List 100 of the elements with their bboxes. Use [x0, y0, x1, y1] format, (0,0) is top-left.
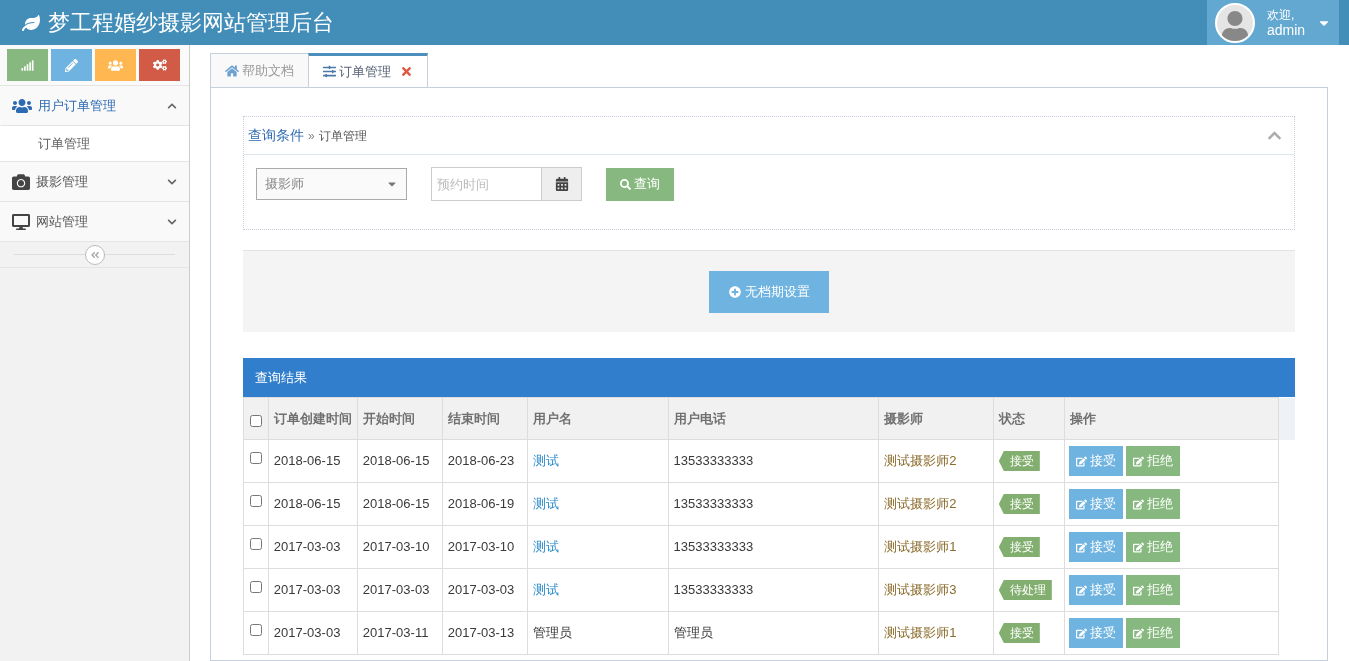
user-link[interactable]: 测试	[532, 539, 559, 555]
camera-icon	[12, 172, 30, 191]
chevron-down-icon	[167, 176, 177, 187]
row-checkbox[interactable]	[249, 624, 262, 636]
accept-button[interactable]: 接受	[1068, 575, 1123, 605]
nav-item[interactable]: 用户订单管理	[0, 86, 189, 125]
double-chevron-left-icon	[89, 249, 100, 260]
table-cell: 2017-03-03	[442, 568, 528, 612]
edit-icon	[1075, 498, 1087, 510]
column-header: 状态	[993, 397, 1065, 440]
reject-button[interactable]: 拒绝	[1125, 618, 1180, 648]
table-cell: 2017-03-03	[357, 568, 443, 612]
date-input[interactable]: 预约时间	[431, 167, 542, 201]
app-title: 梦工程婚纱摄影网站管理后台	[48, 9, 334, 37]
table-cell: 13533333333	[668, 525, 879, 569]
accept-button[interactable]: 接受	[1068, 618, 1123, 648]
accept-button[interactable]: 接受	[1068, 532, 1123, 562]
table-cell: 管理员	[668, 611, 879, 655]
results-header: 查询结果	[243, 358, 1295, 397]
user-link[interactable]: 测试	[532, 496, 559, 512]
edit-icon	[1132, 455, 1144, 467]
breadcrumb-current: 订单管理	[318, 127, 367, 145]
table-cell: 2017-03-03	[268, 525, 358, 569]
home-icon	[225, 63, 239, 78]
table-cell: 13533333333	[668, 482, 879, 526]
column-header: 结束时间	[442, 397, 528, 440]
table-cell: 2018-06-15	[357, 439, 443, 483]
photographer-select[interactable]: 摄影师	[256, 168, 407, 200]
table-cell: 2017-03-03	[268, 568, 358, 612]
edit-icon	[1132, 541, 1144, 553]
status-tag: 接受	[998, 451, 1040, 471]
edit-icon	[1075, 455, 1087, 467]
edit-icon	[1075, 541, 1087, 553]
chevron-down-icon	[167, 216, 177, 227]
signal-icon	[21, 58, 34, 72]
nav-item[interactable]: 网站管理	[0, 202, 189, 241]
table-cell: 2018-06-23	[442, 439, 528, 483]
column-header: 用户电话	[668, 397, 879, 440]
sliders-icon	[323, 65, 336, 78]
table-cell: 测试摄影师2	[878, 482, 994, 526]
table-cell: 2017-03-13	[442, 611, 528, 655]
row-checkbox[interactable]	[249, 452, 262, 464]
nav-subitem[interactable]: 订单管理	[0, 125, 189, 161]
edit-icon	[1132, 627, 1144, 639]
column-header: 摄影师	[878, 397, 994, 440]
calendar-button[interactable]	[542, 167, 582, 201]
edit-icon	[1075, 627, 1087, 639]
table-cell: 2017-03-03	[268, 611, 358, 655]
edit-icon	[1132, 584, 1144, 596]
breadcrumb-link[interactable]: 查询条件	[248, 125, 304, 146]
row-checkbox[interactable]	[249, 495, 262, 507]
leaf-icon	[22, 13, 40, 32]
column-header: 操作	[1064, 397, 1279, 440]
table-cell: 2018-06-15	[268, 482, 358, 526]
reject-button[interactable]: 拒绝	[1125, 446, 1180, 476]
select-all-checkbox[interactable]	[249, 414, 262, 427]
search-icon	[620, 178, 631, 190]
reject-button[interactable]: 拒绝	[1125, 489, 1180, 519]
status-tag: 待处理	[998, 580, 1052, 600]
reject-button[interactable]: 拒绝	[1125, 575, 1180, 605]
breadcrumb-separator: »	[308, 127, 315, 145]
username: admin	[1266, 22, 1306, 38]
table-cell: 2017-03-11	[357, 611, 443, 655]
pencil-icon	[65, 58, 78, 72]
close-icon[interactable]	[400, 65, 413, 78]
monitor-icon	[12, 212, 30, 231]
welcome-text: 欢迎,	[1266, 7, 1295, 23]
user-name: 管理员	[532, 625, 572, 641]
status-tag: 接受	[998, 494, 1040, 514]
column-header: 用户名	[527, 397, 669, 440]
users-icon	[108, 57, 123, 73]
tab[interactable]: 订单管理	[308, 53, 428, 88]
table-cell: 2017-03-10	[357, 525, 443, 569]
search-button[interactable]: 查询	[606, 167, 674, 201]
avatar	[1215, 2, 1255, 43]
cogs-icon	[152, 58, 167, 72]
column-header: 开始时间	[357, 397, 443, 440]
table-cell: 测试摄影师2	[878, 439, 994, 483]
table-cell: 2018-06-15	[357, 482, 443, 526]
accept-button[interactable]: 接受	[1068, 446, 1123, 476]
schedule-button[interactable]: 无档期设置	[709, 270, 829, 313]
calendar-icon	[554, 177, 569, 191]
accept-button[interactable]: 接受	[1068, 489, 1123, 519]
table-cell: 2018-06-15	[268, 439, 358, 483]
table-cell: 13533333333	[668, 568, 879, 612]
shortcut-button[interactable]	[139, 49, 180, 81]
edit-icon	[1075, 584, 1087, 596]
user-link[interactable]: 测试	[532, 582, 559, 598]
table-cell: 测试摄影师3	[878, 568, 994, 612]
row-checkbox[interactable]	[249, 538, 262, 550]
edit-icon	[1132, 498, 1144, 510]
reject-button[interactable]: 拒绝	[1125, 532, 1180, 562]
tab[interactable]: 帮助文档	[210, 53, 309, 88]
user-menu[interactable]: 欢迎, admin	[1207, 0, 1339, 45]
row-checkbox[interactable]	[249, 581, 262, 593]
nav-item[interactable]: 摄影管理	[0, 162, 189, 201]
status-tag: 接受	[998, 537, 1040, 557]
user-link[interactable]: 测试	[532, 453, 559, 469]
table-cell: 2017-03-10	[442, 525, 528, 569]
column-header: 订单创建时间	[268, 397, 358, 440]
